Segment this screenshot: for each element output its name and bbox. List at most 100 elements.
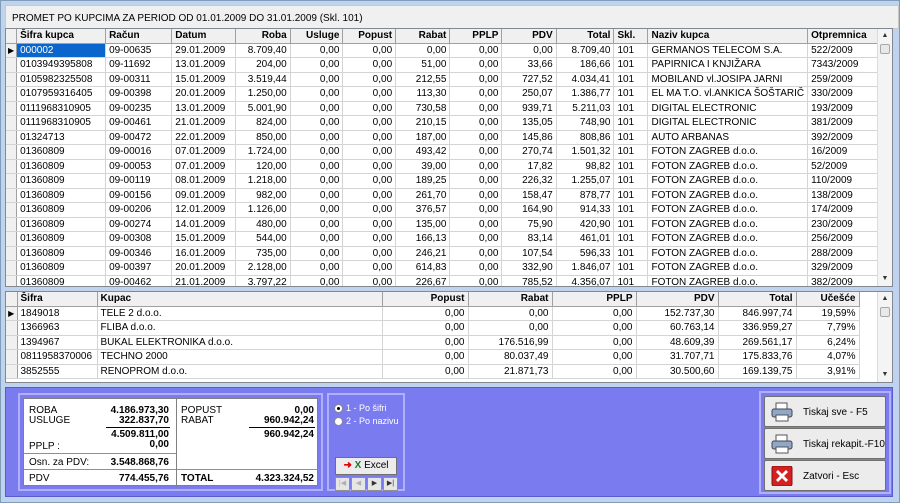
table-cell[interactable]: 420,90 [556,217,615,232]
table-cell[interactable]: 0,00 [290,246,344,261]
table-cell[interactable]: 120,00 [235,159,291,174]
table-cell[interactable]: 0,00 [552,364,637,379]
table-cell[interactable]: 107,54 [501,246,557,261]
table-cell[interactable]: 0,00 [342,43,397,58]
invoice-grid[interactable]: Šifra kupca Račun Datum Roba Usluge Popust Rab… [5,28,893,287]
table-cell[interactable]: 1.846,07 [556,260,615,276]
table-cell[interactable]: 0,00 [449,130,503,145]
table-cell[interactable]: 101 [613,159,649,174]
column-header[interactable]: PDV [636,292,719,307]
nav-next-button[interactable]: ▶ [367,477,382,491]
table-row[interactable]: 3852555 RENOPROM d.o.o. 0,00 21.871,73 0,00 3… [6,364,860,379]
table-cell[interactable]: 51,00 [395,57,451,73]
table-row[interactable]: 0107959316405 09-00398 20.01.2009 1.250,00 0… [6,86,892,102]
table-cell[interactable]: 09-11692 [105,57,173,73]
scroll-down-icon[interactable]: ▼ [878,272,892,286]
table-cell[interactable]: 0,00 [290,231,344,247]
table-cell[interactable]: 480,00 [235,217,291,232]
table-cell[interactable]: 17,82 [501,159,557,174]
column-header[interactable]: Popust [342,29,397,44]
table-cell[interactable]: 336.959,27 [718,320,797,336]
table-cell[interactable]: 19,59% [796,306,860,321]
table-cell[interactable]: 14.01.2009 [171,217,236,232]
table-cell[interactable]: 0,00 [290,86,344,102]
table-cell[interactable]: 226,32 [501,173,557,189]
column-header[interactable]: Total [718,292,797,307]
table-cell[interactable]: 0,00 [449,217,503,232]
table-cell[interactable]: 0,00 [342,130,397,145]
table-cell[interactable]: 3,91% [796,364,860,379]
table-cell[interactable]: 6,24% [796,335,860,350]
column-header[interactable]: Kupac [97,292,383,307]
table-row[interactable]: 0111968310905 09-00461 21.01.2009 824,00 0,0… [6,115,892,131]
table-cell[interactable]: 29.01.2009 [171,43,236,58]
table-cell[interactable]: 596,33 [556,246,615,261]
table-cell[interactable]: 01360809 [16,173,107,189]
table-cell[interactable]: 226,67 [395,275,451,286]
table-cell[interactable]: 12.01.2009 [171,202,236,218]
table-cell[interactable]: 101 [613,246,649,261]
table-cell[interactable]: 0,00 [290,159,344,174]
table-cell[interactable]: 0,00 [342,72,397,87]
table-cell[interactable]: 0,00 [342,57,397,73]
table-cell[interactable]: 75,90 [501,217,557,232]
table-cell[interactable]: 0,00 [290,173,344,189]
print-recap-button[interactable]: Tiskaj rekapit.-F10 [764,428,886,459]
table-cell[interactable]: 0,00 [342,159,397,174]
table-cell[interactable]: 0,00 [552,306,637,321]
table-cell[interactable]: 1366963 [17,320,98,336]
table-cell[interactable]: FLIBA d.o.o. [97,320,383,336]
table-cell[interactable]: 0,00 [449,72,503,87]
column-header[interactable]: Šifra [17,292,98,307]
excel-export-button[interactable]: ➜ X Excel [335,457,397,475]
table-cell[interactable]: DIGITAL ELECTRONIC [647,115,809,131]
table-cell[interactable]: 0,00 [449,57,503,73]
table-cell[interactable]: 33,66 [501,57,557,73]
table-cell[interactable]: 145,86 [501,130,557,145]
table-cell[interactable]: 376,57 [395,202,451,218]
table-cell[interactable]: 0811958370006 [17,349,98,365]
column-header[interactable]: Rabat [468,292,553,307]
table-cell[interactable]: 0,00 [449,246,503,261]
table-cell[interactable]: 8.709,40 [235,43,291,58]
table-cell[interactable]: 0,00 [290,101,344,116]
table-cell[interactable]: 09-00397 [105,260,173,276]
table-cell[interactable]: 0,00 [290,115,344,131]
table-cell[interactable]: 0,00 [342,231,397,247]
table-row[interactable]: 01324713 09-00472 22.01.2009 850,00 0,00 0,00… [6,130,892,145]
table-cell[interactable]: 09-00398 [105,86,173,102]
table-cell[interactable]: 544,00 [235,231,291,247]
table-cell[interactable]: 0107959316405 [16,86,107,102]
table-cell[interactable]: AUTO ARBANAS [647,130,809,145]
table-cell[interactable]: 0,00 [342,260,397,276]
table-cell[interactable]: RENOPROM d.o.o. [97,364,383,379]
table-cell[interactable]: 204,00 [235,57,291,73]
sort-by-code-radio[interactable]: 1 - Po šifri [334,403,387,414]
table-cell[interactable]: 101 [613,260,649,276]
table-cell[interactable]: 1.126,00 [235,202,291,218]
table-cell[interactable]: 101 [613,43,649,58]
table-row[interactable]: 1366963 FLIBA d.o.o. 0,00 0,00 0,00 60.763,14… [6,320,860,336]
table-cell[interactable]: 169.139,75 [718,364,797,379]
column-header[interactable]: Total [556,29,615,44]
table-row[interactable]: 0811958370006 TECHNO 2000 0,00 80.037,49 0,0… [6,349,860,365]
table-cell[interactable]: 0,00 [290,43,344,58]
table-cell[interactable]: 101 [613,188,649,203]
table-cell[interactable]: 101 [613,173,649,189]
table-cell[interactable]: 20.01.2009 [171,260,236,276]
table-cell[interactable]: 878,77 [556,188,615,203]
table-cell[interactable]: 0111968310905 [16,101,107,116]
table-cell[interactable]: 0,00 [449,260,503,276]
table-cell[interactable]: 113,30 [395,86,451,102]
table-row[interactable]: 0111968310905 09-00235 13.01.2009 5.001,90 0… [6,101,892,116]
table-cell[interactable]: 101 [613,130,649,145]
table-cell[interactable]: FOTON ZAGREB d.o.o. [647,144,809,160]
table-cell[interactable]: 461,01 [556,231,615,247]
table-cell[interactable]: 0,00 [382,320,469,336]
column-header[interactable]: Šifra kupca [16,29,107,44]
table-cell[interactable]: 0105982325508 [16,72,107,87]
table-row[interactable]: 01360809 09-00016 07.01.2009 1.724,00 0,00 0,… [6,144,892,160]
table-cell[interactable]: TECHNO 2000 [97,349,383,365]
table-cell[interactable]: 15.01.2009 [171,72,236,87]
scroll-down-icon[interactable]: ▼ [878,368,892,382]
